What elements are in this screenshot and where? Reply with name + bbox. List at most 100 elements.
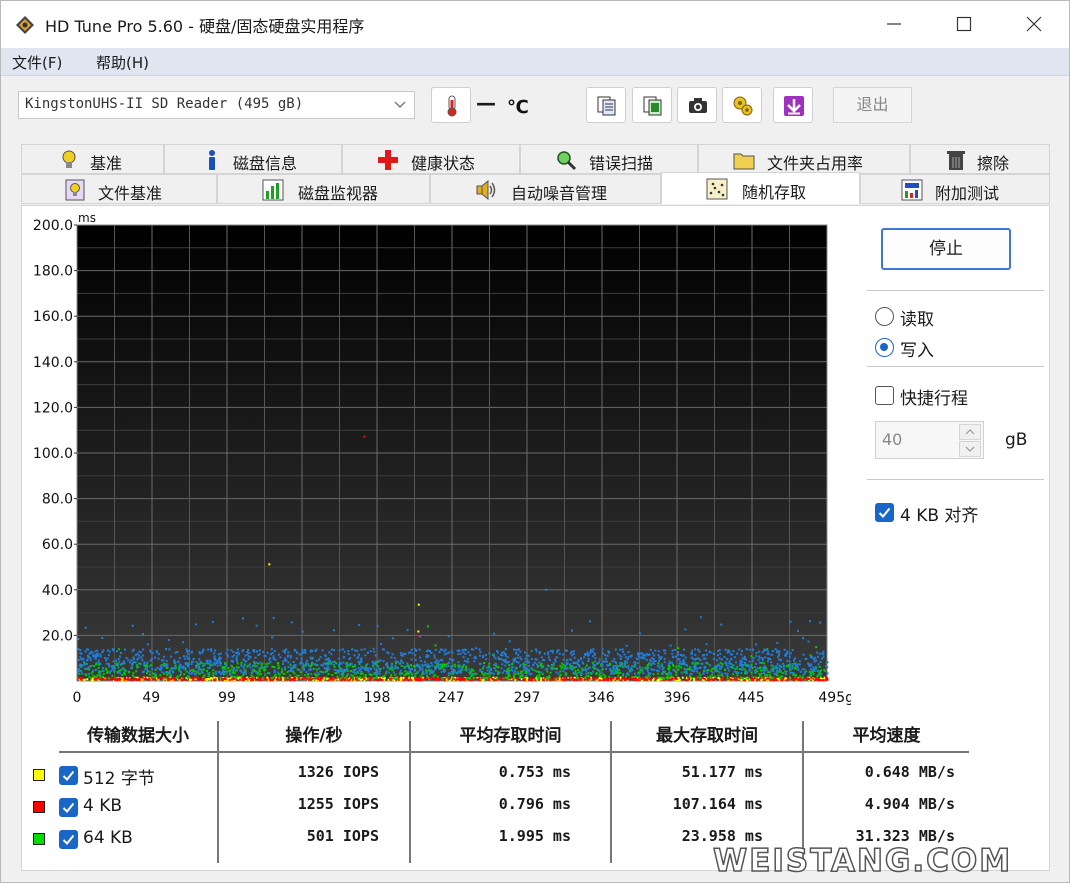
separator (867, 366, 1044, 367)
drive-select[interactable]: KingstonUHS-II SD Reader (495 gB) (18, 91, 415, 119)
spin-down-button[interactable] (959, 441, 981, 457)
data-point (715, 666, 718, 669)
spin-up-button[interactable] (959, 424, 981, 440)
data-point (441, 677, 443, 680)
data-point (419, 656, 421, 659)
series-checkbox[interactable] (59, 830, 78, 849)
data-point (754, 662, 757, 665)
data-point (791, 667, 794, 670)
data-point (273, 666, 276, 668)
options-button[interactable] (722, 87, 762, 123)
tab-extra-tests[interactable]: 附加测试 (860, 174, 1050, 204)
copy-screenshot-button[interactable] (632, 87, 672, 123)
speaker-icon (476, 179, 496, 201)
x-tick-label: 99 (218, 690, 236, 706)
data-point (231, 668, 233, 671)
data-point (512, 676, 515, 679)
data-point (517, 648, 520, 651)
menu-file[interactable]: 文件(F) (12, 52, 62, 73)
data-point (201, 651, 204, 654)
data-point (309, 650, 312, 653)
download-icon (784, 96, 804, 116)
data-point (755, 676, 757, 679)
data-point (382, 660, 385, 663)
data-point (507, 674, 510, 677)
screenshot-button[interactable] (677, 87, 717, 123)
data-point (386, 664, 389, 667)
data-point (640, 678, 643, 681)
data-point (369, 667, 372, 670)
maximize-button[interactable] (929, 1, 999, 48)
data-point (168, 648, 171, 651)
data-point (216, 660, 218, 663)
data-point (555, 671, 558, 674)
data-point (627, 651, 630, 653)
data-point (358, 662, 361, 665)
data-point (625, 675, 628, 678)
tab-random-access[interactable]: 随机存取 (661, 172, 860, 204)
data-point (303, 667, 306, 670)
read-radio[interactable] (875, 307, 894, 326)
data-point (706, 671, 709, 674)
data-point (703, 670, 705, 673)
data-point (680, 666, 683, 669)
series-checkbox[interactable] (59, 766, 78, 785)
data-point (465, 669, 468, 672)
copy-text-button[interactable] (586, 87, 626, 123)
data-point (406, 664, 409, 666)
tab-error-scan[interactable]: 错误扫描 (520, 144, 698, 174)
data-point (677, 651, 680, 654)
tab-noise-management[interactable]: 自动噪音管理 (430, 174, 661, 204)
tab-file-benchmark[interactable]: 文件基准 (21, 174, 217, 204)
data-point (228, 670, 231, 672)
data-point-outlier (419, 635, 422, 638)
exit-button[interactable]: 退出 (833, 87, 912, 123)
data-point (388, 671, 391, 674)
data-point (725, 664, 728, 667)
data-point (501, 663, 504, 666)
minimize-button[interactable] (859, 1, 929, 48)
data-point (587, 654, 590, 657)
data-point (769, 674, 771, 677)
data-point (826, 672, 829, 675)
data-point (210, 648, 212, 651)
tab-erase[interactable]: 擦除 (910, 144, 1050, 174)
data-point (540, 677, 543, 680)
data-point (297, 674, 300, 677)
close-button[interactable] (999, 1, 1069, 48)
data-point-outlier (211, 620, 214, 623)
data-point (506, 656, 509, 659)
tab-disk-monitor[interactable]: 磁盘监视器 (217, 174, 430, 204)
write-radio[interactable] (875, 338, 894, 357)
data-point (443, 650, 446, 653)
data-point (494, 669, 497, 672)
data-point (359, 676, 362, 679)
data-point (661, 672, 664, 675)
quick-stroke-spinner[interactable]: 40 (875, 421, 984, 459)
col-header-avg: 平均存取时间 (459, 726, 562, 746)
series-checkbox[interactable] (59, 798, 78, 817)
tab-folder-usage[interactable]: 文件夹占用率 (698, 144, 910, 174)
data-point (648, 678, 651, 681)
data-point (284, 668, 287, 671)
data-point (612, 679, 615, 682)
y-tick-label: 100.0 (33, 446, 73, 462)
ops-per-second: 1255 IOPS (297, 795, 379, 813)
quick-stroke-checkbox[interactable] (875, 386, 894, 405)
menu-help[interactable]: 帮助(H) (96, 52, 149, 73)
data-point (154, 656, 156, 659)
data-point (282, 650, 285, 653)
stop-button[interactable]: 停止 (881, 228, 1011, 270)
data-point (614, 648, 617, 651)
temperature-button[interactable] (431, 87, 471, 123)
tab-benchmark[interactable]: 基准 (21, 144, 164, 174)
data-point (584, 666, 587, 669)
data-point (115, 676, 118, 679)
tab-disk-info[interactable]: 磁盘信息 (164, 144, 342, 174)
data-point (407, 672, 410, 675)
drive-select-value: KingstonUHS-II SD Reader (495 gB) (25, 96, 304, 112)
align-4kb-checkbox[interactable] (875, 503, 894, 522)
data-point (207, 675, 210, 678)
tab-health[interactable]: 健康状态 (342, 144, 520, 174)
save-button[interactable] (773, 87, 813, 123)
